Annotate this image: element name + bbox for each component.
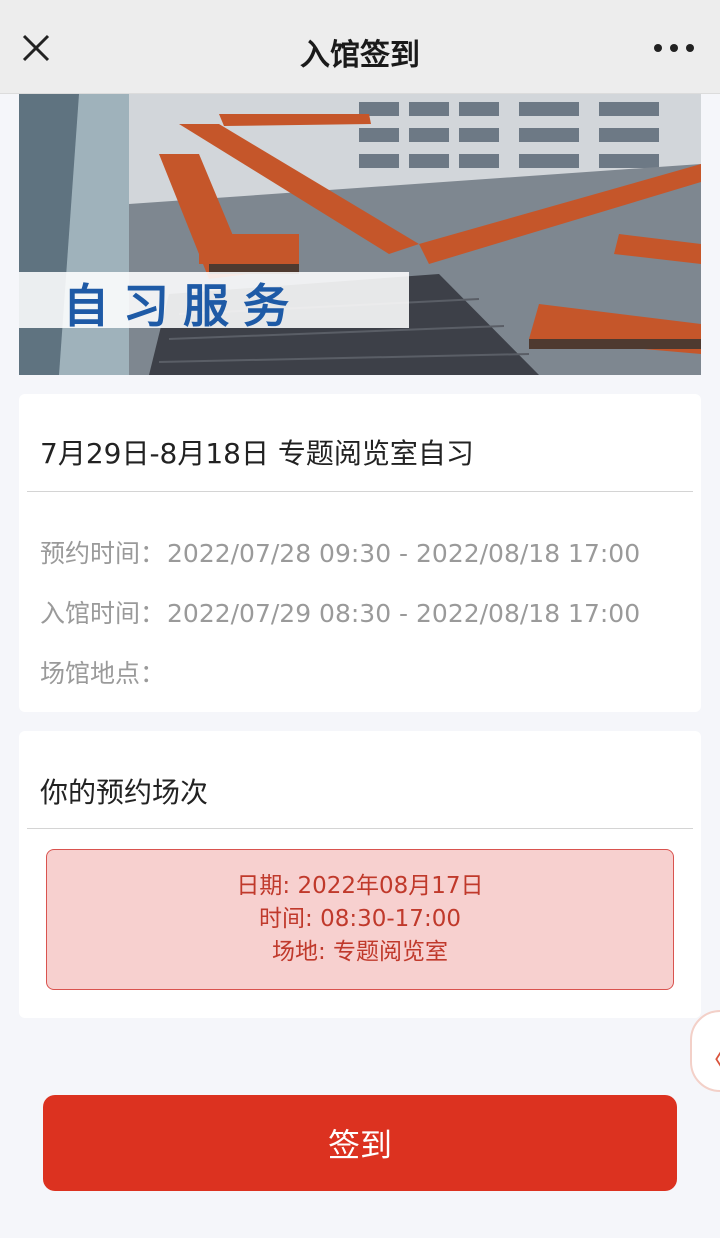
booking-time-label: 预约时间： [40, 539, 166, 568]
divider [27, 828, 693, 829]
top-navbar: 入馆签到 [0, 0, 720, 94]
entry-time-label: 入馆时间： [40, 599, 166, 628]
slot-place: 场地: 专题阅览室 [271, 939, 449, 965]
reservation-slot: 日期: 2022年08月17日 时间: 08:30-17:00 场地: 专题阅览… [46, 849, 674, 990]
slot-date: 日期: 2022年08月17日 [236, 873, 484, 899]
checkin-button[interactable]: 签到 [43, 1095, 677, 1191]
venue-row: 场馆地点： [40, 654, 167, 690]
divider [27, 491, 693, 492]
more-icon[interactable] [654, 44, 694, 56]
banner-image: 自习服务 [19, 94, 701, 375]
entry-time-row: 入馆时间：2022/07/29 08:30 - 2022/08/18 17:00 [40, 594, 640, 630]
slot-time: 时间: 08:30-17:00 [259, 906, 461, 932]
venue-label: 场馆地点： [40, 659, 166, 688]
side-drawer-tab[interactable]: 〈 [690, 1010, 720, 1092]
chevron-left-icon: 〈 [700, 1040, 720, 1077]
booking-time-value: 2022/07/28 09:30 - 2022/08/18 17:00 [167, 539, 641, 568]
reservation-title: 你的预约场次 [40, 776, 209, 809]
entry-time-value: 2022/07/29 08:30 - 2022/08/18 17:00 [167, 599, 641, 628]
booking-time-row: 预约时间：2022/07/28 09:30 - 2022/08/18 17:00 [40, 534, 640, 570]
activity-title: 7月29日-8月18日 专题阅览室自习 [40, 437, 474, 470]
reservation-card: 你的预约场次 日期: 2022年08月17日 时间: 08:30-17:00 场… [19, 731, 701, 1018]
page-title: 入馆签到 [300, 38, 420, 73]
banner-title: 自习服务 [63, 279, 303, 333]
activity-card: 7月29日-8月18日 专题阅览室自习 预约时间：2022/07/28 09:3… [19, 394, 701, 712]
